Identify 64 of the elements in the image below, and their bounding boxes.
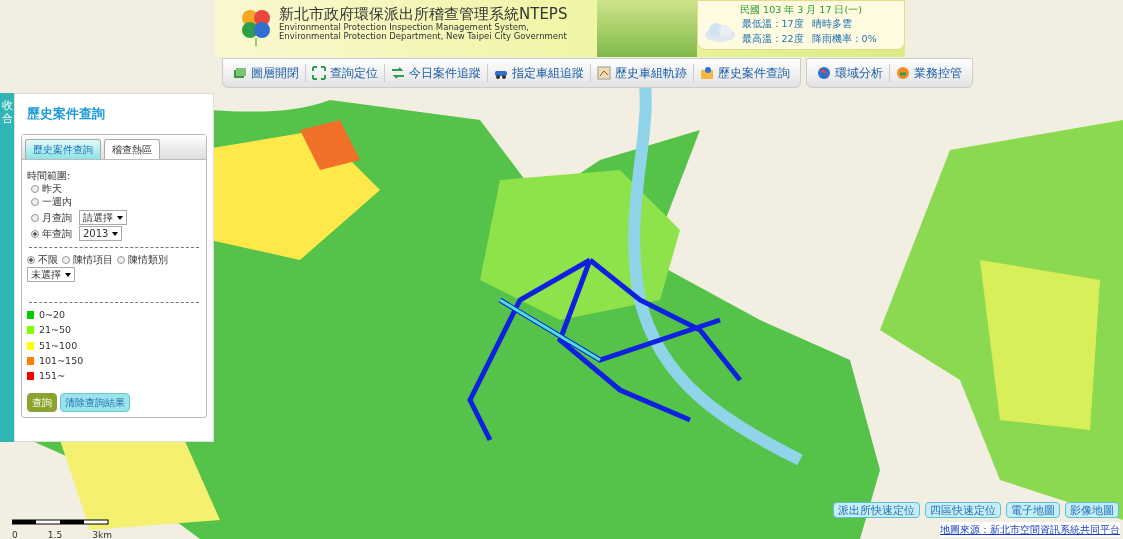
globe-icon [817, 66, 831, 80]
radio-button[interactable] [31, 229, 39, 238]
legend-label: 0~20 [39, 308, 66, 320]
legend-label: 101~150 [39, 354, 84, 366]
site-subtitle: Environmental Protection Inspection Management System, [279, 22, 529, 33]
scale-label: 3km [92, 528, 112, 539]
caret-icon [65, 272, 71, 277]
scale-label: 0 [12, 528, 18, 539]
radio-label: 陳情類別 [128, 253, 168, 265]
site-subtitle: Environmental Protection Department, New Taipei City Government [279, 32, 568, 43]
radio-button[interactable] [27, 255, 35, 264]
nav-link[interactable]: 歷史案件查詢 [694, 64, 796, 82]
nav-link[interactable]: 指定車組追蹤 [488, 64, 591, 82]
weather-text: 最低溫：17度 [741, 17, 804, 32]
map-button[interactable]: 派出所快速定位 [833, 502, 920, 518]
legend-label: 51~100 [39, 339, 78, 351]
legend-label: 151~ [39, 370, 66, 382]
dropdown-value: 2013 [83, 227, 109, 239]
weather-text: 降雨機率：0% [811, 31, 877, 46]
nav-link[interactable]: 歷史車組軌跡 [591, 64, 694, 82]
weather-text: 最高溫：22度 [741, 31, 804, 46]
nav-link[interactable]: 查詢定位 [306, 64, 385, 82]
map-button[interactable]: 影像地圖 [1065, 502, 1119, 518]
layers-icon [233, 66, 247, 80]
clear-button[interactable]: 清除查詢結果 [59, 392, 130, 412]
dropdown-value: 請選擇 [83, 211, 113, 223]
radio-label: 陳情項目 [73, 253, 113, 265]
nav-link[interactable]: 業務控管 [890, 64, 968, 82]
map-button[interactable]: 四區快速定位 [925, 502, 1001, 518]
radio-button[interactable] [31, 184, 39, 193]
folder-icon [700, 66, 714, 80]
caret-icon [117, 215, 123, 220]
weather-date: 民國 103 年 3 月 17 日(一) [739, 3, 863, 17]
dropdown[interactable]: 2013 [79, 225, 123, 241]
radio-button[interactable] [62, 255, 70, 264]
map-icon [597, 66, 611, 80]
tab[interactable]: 歷史案件查詢 [25, 138, 101, 159]
dropdown[interactable]: 請選擇 [79, 209, 127, 225]
weather-text: 晴時多雲 [811, 17, 853, 32]
caret-icon [112, 231, 119, 236]
radio-button[interactable] [117, 255, 125, 264]
dropdown-value: 未選擇 [31, 268, 61, 280]
map-button[interactable]: 電子地圖 [1006, 502, 1060, 518]
nav-link[interactable]: 今日案件追蹤 [385, 64, 488, 82]
nav-link[interactable]: 圖層開閉 [227, 64, 306, 82]
dropdown[interactable]: 未選擇 [27, 266, 75, 282]
site-title: 新北市政府環保派出所稽查管理系統NTEPS [279, 6, 568, 23]
field-label: 時間範圍: [27, 169, 72, 182]
radio-label: 不限 [38, 253, 58, 265]
panel-title: 歷史案件查詢 [27, 105, 106, 123]
scale-label: 1.5 [47, 528, 63, 539]
tab[interactable]: 稽查熱區 [104, 138, 160, 159]
map-source-link[interactable]: 地圖來源：新北市空間資訊系統共同平台 [940, 522, 1120, 537]
radio-label: 昨天 [42, 182, 62, 194]
arrows-icon [391, 66, 405, 80]
crosshair-icon [312, 66, 326, 80]
radio-label: 年查詢 [42, 227, 72, 239]
radio-button[interactable] [31, 213, 39, 222]
radio-button[interactable] [31, 198, 39, 207]
cloud-icon [704, 21, 736, 42]
nav-link[interactable]: 環域分析 [811, 64, 890, 82]
legend-label: 21~50 [39, 324, 72, 336]
radio-label: 一週內 [42, 196, 72, 208]
radio-label: 月查詢 [42, 211, 72, 223]
